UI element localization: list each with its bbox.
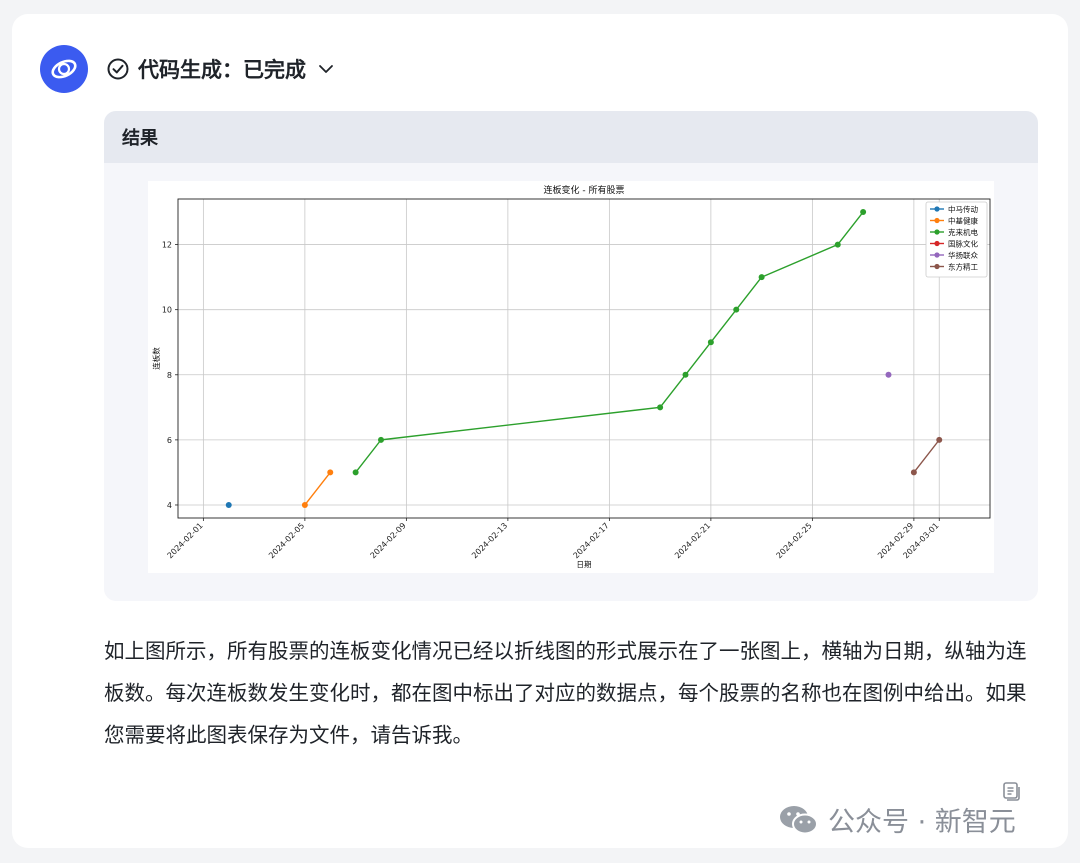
- x-tick-label: 2024-02-25: [775, 521, 814, 560]
- legend-label: 华扬联众: [948, 250, 978, 260]
- data-point: [301, 501, 308, 508]
- legend-label: 克来机电: [948, 227, 978, 237]
- chart-title: 连板变化 - 所有股票: [544, 184, 625, 196]
- result-panel: 结果 4 6 8 10 12 2024-02-01 2024-02-05 2024-02-09…: [104, 111, 1038, 601]
- result-header: 结果: [104, 111, 1038, 163]
- check-circle-icon: [107, 58, 129, 80]
- x-axis-label: 日期: [577, 560, 592, 569]
- legend-swatch-marker: [934, 252, 940, 258]
- data-point: [225, 501, 232, 508]
- data-point: [936, 436, 943, 443]
- legend-label: 东方精工: [948, 261, 978, 271]
- y-tick-label: 8: [167, 371, 172, 380]
- answer-paragraph: 如上图所示，所有股票的连板变化情况已经以折线图的形式展示在了一张图上，横轴为日期…: [104, 639, 1027, 747]
- data-point: [885, 371, 892, 378]
- line-chart: 4 6 8 10 12 2024-02-01 2024-02-05 2024-02-09 202…: [151, 184, 991, 569]
- wechat-icon: [780, 805, 818, 834]
- data-point: [860, 209, 867, 216]
- data-point: [657, 404, 664, 411]
- legend-swatch-marker: [934, 263, 940, 270]
- y-tick-label: 12: [162, 241, 172, 250]
- watermark-text: 公众号 · 新智元: [828, 807, 1016, 838]
- chevron-down-icon[interactable]: [316, 59, 336, 79]
- chart-image: 4 6 8 10 12 2024-02-01 2024-02-05 2024-02-09 202…: [148, 181, 994, 573]
- data-point: [910, 469, 917, 476]
- y-tick-label: 6: [167, 436, 172, 445]
- code-generation-status[interactable]: 代码生成：已完成: [106, 54, 336, 84]
- legend-swatch-marker: [934, 229, 940, 235]
- y-tick-label: 4: [167, 501, 172, 510]
- series-line: [913, 439, 940, 473]
- data-point: [834, 241, 841, 248]
- legend-swatch-marker: [934, 240, 940, 247]
- x-tick-label: 2024-02-13: [470, 521, 509, 560]
- x-tick-label: 2024-02-01: [166, 521, 205, 560]
- y-axis-label: 连板数: [151, 347, 161, 370]
- x-tick-label: 2024-02-09: [369, 521, 408, 560]
- legend-label: 国脉文化: [948, 238, 978, 248]
- legend-swatch-marker: [934, 217, 940, 224]
- data-point: [707, 339, 714, 346]
- legend-label: 中马传动: [948, 204, 978, 214]
- data-point: [733, 306, 740, 313]
- legend-label: 中基健康: [948, 215, 978, 225]
- y-tick-label: 10: [162, 306, 172, 315]
- watermark: 公众号 · 新智元: [778, 800, 1016, 839]
- data-point: [758, 274, 765, 281]
- plot-frame: [177, 198, 991, 519]
- x-tick-label: 2024-02-21: [673, 521, 712, 560]
- x-tick-label: 2024-02-05: [267, 521, 306, 560]
- legend-swatch-marker: [934, 206, 940, 212]
- data-point: [352, 469, 359, 476]
- data-point: [682, 371, 689, 378]
- orbit-logo-icon: [51, 59, 77, 79]
- assistant-avatar: [40, 45, 88, 93]
- data-point: [378, 436, 384, 443]
- status-label: 代码生成：已完成: [138, 58, 306, 82]
- data-point: [327, 469, 334, 476]
- series-line: [304, 471, 331, 506]
- x-tick-label: 2024-02-17: [572, 521, 611, 560]
